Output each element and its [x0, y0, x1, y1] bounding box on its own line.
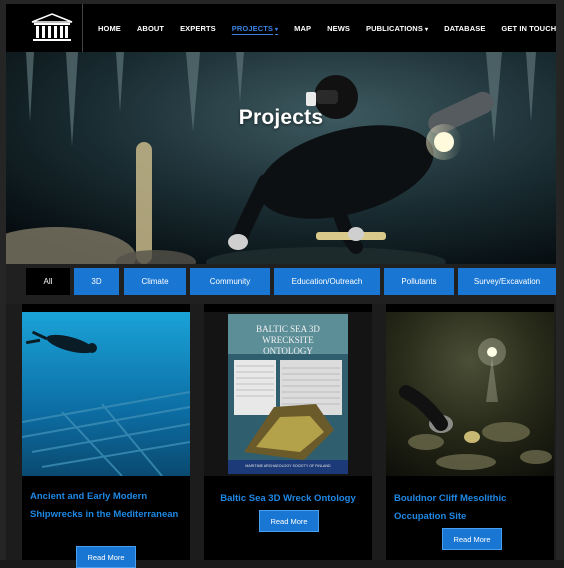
project-card-title[interactable]: Bouldnor Cliff Mesolithic Occupation Sit… [394, 490, 546, 526]
filter-education-outreach[interactable]: Education/Outreach [274, 268, 380, 295]
read-more-button[interactable]: Read More [259, 510, 319, 532]
project-card-image[interactable]: BALTIC SEA 3D WRECKSITE ONTOLOGY MARITIM… [204, 312, 372, 476]
project-card-title[interactable]: Ancient and Early Modern Shipwrecks in t… [30, 488, 182, 524]
nav-publications-label: PUBLICATIONS [366, 23, 423, 33]
page: HOME ABOUT EXPERTS PROJECTS ▾ MAP NEWS PU… [0, 0, 564, 568]
read-more-button[interactable]: Read More [442, 528, 502, 550]
nav-about[interactable]: ABOUT [137, 24, 164, 33]
nav-experts[interactable]: EXPERTS [180, 24, 216, 33]
project-card-image[interactable] [22, 312, 190, 476]
logo-divider [82, 4, 83, 52]
project-card: Bouldnor Cliff Mesolithic Occupation Sit… [386, 304, 554, 560]
nav-projects-label: PROJECTS [231, 23, 274, 33]
nav-database[interactable]: DATABASE [444, 24, 485, 33]
category-filter-bar: All 3D Climate Community Education/Outre… [6, 264, 556, 304]
unesco-logo[interactable] [30, 12, 74, 44]
chevron-down-icon: ▾ [424, 26, 429, 33]
filter-3d[interactable]: 3D [74, 268, 119, 295]
nav-publications[interactable]: PUBLICATIONS ▾ [366, 24, 428, 33]
shipwreck-image [22, 312, 190, 476]
filter-climate[interactable]: Climate [124, 268, 186, 295]
project-card: Ancient and Early Modern Shipwrecks in t… [22, 304, 190, 568]
hero-banner: Projects [6, 52, 556, 264]
filter-pollutants[interactable]: Pollutants [384, 268, 454, 295]
nav-home[interactable]: HOME [98, 24, 121, 33]
page-title: Projects [238, 106, 324, 129]
read-more-button[interactable]: Read More [76, 546, 136, 568]
seabed-diver-image [386, 312, 554, 476]
poster-title: BALTIC SEA 3D WRECKSITE ONTOLOGY [256, 324, 320, 356]
site-header: HOME ABOUT EXPERTS PROJECTS ▾ MAP NEWS PU… [6, 4, 556, 52]
main-nav: HOME ABOUT EXPERTS PROJECTS ▾ MAP NEWS PU… [90, 4, 564, 52]
chevron-down-icon: ▾ [275, 26, 279, 33]
project-card-image[interactable] [386, 312, 554, 476]
project-card-title[interactable]: Baltic Sea 3D Wreck Ontology [212, 490, 364, 508]
nav-map[interactable]: MAP [294, 24, 311, 33]
hero-diver-image [6, 52, 556, 264]
filter-community[interactable]: Community [190, 268, 270, 295]
project-card: BALTIC SEA 3D WRECKSITE ONTOLOGY MARITIM… [204, 304, 372, 560]
projects-grid: Ancient and Early Modern Shipwrecks in t… [6, 304, 556, 568]
filter-survey-excavation[interactable]: Survey/Excavation [458, 268, 556, 295]
nav-projects[interactable]: PROJECTS ▾ [232, 24, 278, 33]
poster-footer: MARITIME ARCHAEOLOGY SOCIETY OF FINLAND [245, 464, 331, 468]
nav-news[interactable]: NEWS [327, 24, 350, 33]
filter-all[interactable]: All [26, 268, 70, 295]
nav-get-in-touch[interactable]: GET IN TOUCH [501, 24, 556, 33]
